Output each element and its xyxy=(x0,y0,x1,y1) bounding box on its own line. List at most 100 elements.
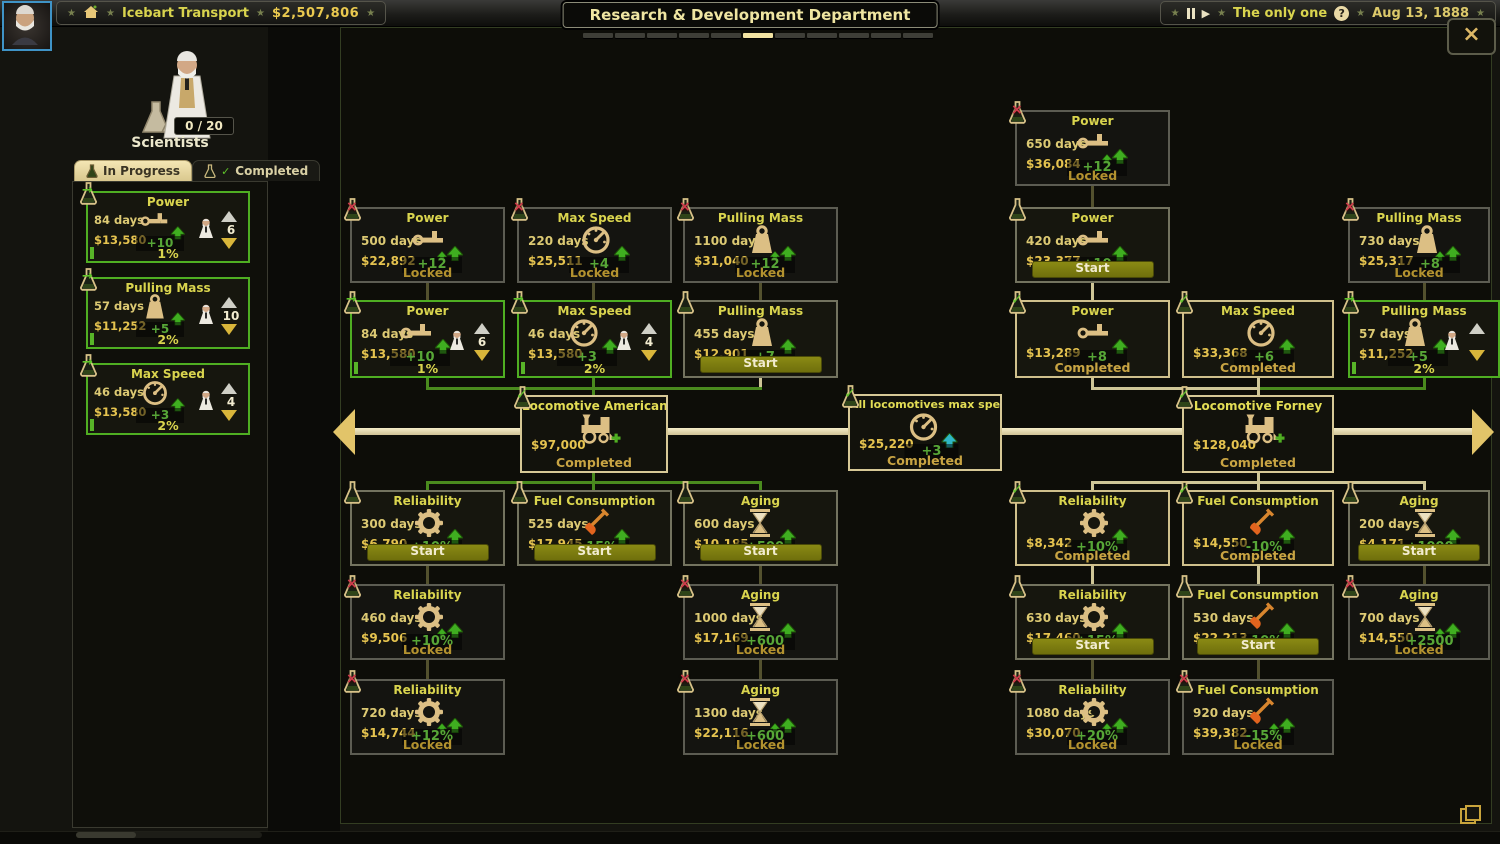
company-info-bar: ★ ★ Icebart Transport ★ $2,507,806 ★ xyxy=(56,1,387,25)
tech-node-power[interactable]: Power 500 days $22,892 +12 Locked × xyxy=(344,198,505,283)
power-icon xyxy=(400,317,451,354)
tech-node-reliability[interactable]: Reliability630 days$17,460+15%Start xyxy=(1009,575,1170,660)
start-button[interactable]: Start xyxy=(699,544,822,561)
tech-node-pulling-mass[interactable]: Pulling Mass 730 days $25,317 +8 Locked × xyxy=(1342,198,1490,283)
start-button[interactable]: Start xyxy=(1031,638,1154,655)
tech-node-title: Aging xyxy=(740,683,781,697)
start-button[interactable]: Start xyxy=(1031,261,1154,278)
tech-node-title: Max Speed xyxy=(1220,304,1296,318)
help-icon[interactable]: ? xyxy=(1334,5,1350,21)
tech-node-fuel-consumption[interactable]: Fuel Consumption $14,550 -10% Completed ✓ xyxy=(1176,481,1334,566)
tech-node-title: Pulling Mass xyxy=(717,211,804,225)
tech-node-all-locomotives-max-speed[interactable]: All locomotives max speed $25,220 +3 Comple… xyxy=(842,385,1002,471)
tech-node-aging[interactable]: Aging 1300 days $22,116 +600 Locked × xyxy=(677,670,838,755)
tech-node-fuel-consumption[interactable]: Fuel Consumption525 days$17,945-15%Start xyxy=(511,481,672,566)
tech-node-fuel-consumption[interactable]: Fuel Consumption 920 days $39,382 -15% Locke… xyxy=(1176,670,1334,755)
power-icon xyxy=(1077,224,1128,261)
start-button[interactable]: Start xyxy=(699,356,822,373)
mass-icon xyxy=(140,293,185,326)
tech-node-max-speed[interactable]: Max Speed $33,368 +6 Completed ✓ xyxy=(1176,291,1334,378)
locked-x-icon: × xyxy=(1178,671,1190,687)
tech-node-fuel-consumption[interactable]: Fuel Consumption530 days$22,213-10%Start xyxy=(1176,575,1334,660)
scientists-label: Scientists xyxy=(131,135,209,151)
decrease-scientists-button[interactable] xyxy=(1469,350,1485,361)
check-icon: ✓ xyxy=(221,164,231,178)
sidebar-scrollbar[interactable] xyxy=(76,832,262,838)
gear-icon xyxy=(412,507,463,544)
tech-node-pulling-mass[interactable]: Pulling Mass 1100 days $31,040 +12 Locked × xyxy=(677,198,838,283)
tech-node-power[interactable]: Power 84 days $13,580 +10 1% 6 → xyxy=(344,291,505,378)
locked-label: Locked xyxy=(402,265,453,280)
decrease-scientists-button[interactable] xyxy=(221,324,237,335)
tech-node-power[interactable]: Power420 days$23,377+10Start xyxy=(1009,198,1170,283)
power-icon xyxy=(140,207,185,240)
close-button[interactable]: × xyxy=(1447,18,1496,55)
scroll-right-arrow[interactable] xyxy=(1472,409,1494,455)
decrease-scientists-button[interactable] xyxy=(221,410,237,421)
scientist-icon xyxy=(196,389,216,414)
tech-node-max-speed[interactable]: Max Speed 46 days $13,580 +3 2% 4 → xyxy=(511,291,672,378)
locked-label: Locked xyxy=(735,737,786,752)
increase-scientists-button[interactable] xyxy=(221,297,237,308)
tech-node-aging[interactable]: Aging600 days$10,185+500Start xyxy=(677,481,838,566)
increase-scientists-button[interactable] xyxy=(1469,323,1485,334)
tech-node-max-speed[interactable]: Max Speed 220 days $25,511 +4 Locked × xyxy=(511,198,672,283)
notes-icon[interactable] xyxy=(1460,805,1482,829)
scroll-left-arrow[interactable] xyxy=(333,409,355,455)
progress-dash xyxy=(679,33,709,38)
increase-scientists-button[interactable] xyxy=(474,323,490,334)
flask-icon xyxy=(1175,575,1194,602)
completed-check-icon: ✓ xyxy=(1178,482,1190,498)
progress-dash xyxy=(839,33,869,38)
player-avatar[interactable] xyxy=(2,1,52,51)
decrease-scientists-button[interactable] xyxy=(221,238,237,249)
company-name[interactable]: Icebart Transport xyxy=(122,6,249,21)
tech-node-pulling-mass[interactable]: Pulling Mass455 days$12,901+7Start xyxy=(677,291,838,378)
home-icon[interactable] xyxy=(83,4,99,23)
completed-check-icon: ✓ xyxy=(1178,387,1190,403)
tech-node-reliability[interactable]: Reliability $8,342 +10% Completed ✓ xyxy=(1009,481,1170,566)
tech-node-pulling-mass[interactable]: Pulling Mass 57 days $11,252 +5 2% → xyxy=(1342,291,1500,378)
tech-node-title: Pulling Mass xyxy=(717,304,804,318)
flask-icon xyxy=(676,481,695,508)
tech-node-aging[interactable]: Aging 700 days $14,550 +2500 Locked × xyxy=(1342,575,1490,660)
play-button[interactable]: ▶ xyxy=(1202,7,1210,20)
money-balance[interactable]: $2,507,806 xyxy=(272,6,359,21)
start-button[interactable]: Start xyxy=(1358,544,1480,561)
tech-node-locomotive-forney[interactable]: Locomotive Forney $128,040 Completed ✓ xyxy=(1176,386,1334,473)
tab-in-progress[interactable]: In Progress xyxy=(74,160,193,181)
progress-percent: 2% xyxy=(583,361,606,376)
start-button[interactable]: Start xyxy=(1197,638,1319,655)
tech-node-reliability[interactable]: Reliability 460 days $9,506 +10% Locked × xyxy=(344,575,505,660)
tree-connector xyxy=(1091,186,1094,209)
pause-button[interactable] xyxy=(1186,7,1195,19)
in-progress-card-power[interactable]: Power 84 days $13,580 +10 1% 6 → xyxy=(80,182,250,263)
tab-completed[interactable]: ✓ Completed xyxy=(192,160,321,181)
decrease-scientists-button[interactable] xyxy=(474,350,490,361)
hourglass-icon xyxy=(745,696,796,733)
in-progress-card-max-speed[interactable]: Max Speed 46 days $13,580 +3 2% 4 → xyxy=(80,354,250,435)
in-progress-card-pulling-mass[interactable]: Pulling Mass 57 days $11,252 +5 2% 10 → xyxy=(80,268,250,349)
tech-node-aging[interactable]: Aging200 days$4,171+1000Start xyxy=(1342,481,1490,566)
tech-node-reliability[interactable]: Reliability 720 days $14,744 +12% Locked × xyxy=(344,670,505,755)
tech-node-power[interactable]: Power 650 days $36,084 +12 Locked × xyxy=(1009,101,1170,186)
tech-node-locomotive-american[interactable]: Locomotive American $97,000 Completed ✓ xyxy=(514,386,668,473)
research-days: 57 days xyxy=(94,299,144,313)
loco-icon xyxy=(1240,412,1285,446)
tech-node-power[interactable]: Power $13,289 +8 Completed ✓ xyxy=(1009,291,1170,378)
start-button[interactable]: Start xyxy=(533,544,656,561)
decrease-scientists-button[interactable] xyxy=(641,350,657,361)
start-button[interactable]: Start xyxy=(366,544,489,561)
increase-scientists-button[interactable] xyxy=(641,323,657,334)
tech-node-title: Aging xyxy=(1399,494,1439,508)
progress-dash xyxy=(647,33,677,38)
increase-scientists-button[interactable] xyxy=(221,211,237,222)
tech-node-reliability[interactable]: Reliability 1080 days $30,070 +20% Locked × xyxy=(1009,670,1170,755)
tech-node-title: Fuel Consumption xyxy=(1197,683,1319,697)
tech-node-title: Reliability xyxy=(1058,494,1127,508)
tech-node-aging[interactable]: Aging 1000 days $17,169 +600 Locked × xyxy=(677,575,838,660)
star-icon: ★ xyxy=(1217,7,1227,19)
increase-scientists-button[interactable] xyxy=(221,383,237,394)
tech-node-reliability[interactable]: Reliability300 days$6,790+10%Start xyxy=(344,481,505,566)
gear-icon xyxy=(412,696,463,733)
